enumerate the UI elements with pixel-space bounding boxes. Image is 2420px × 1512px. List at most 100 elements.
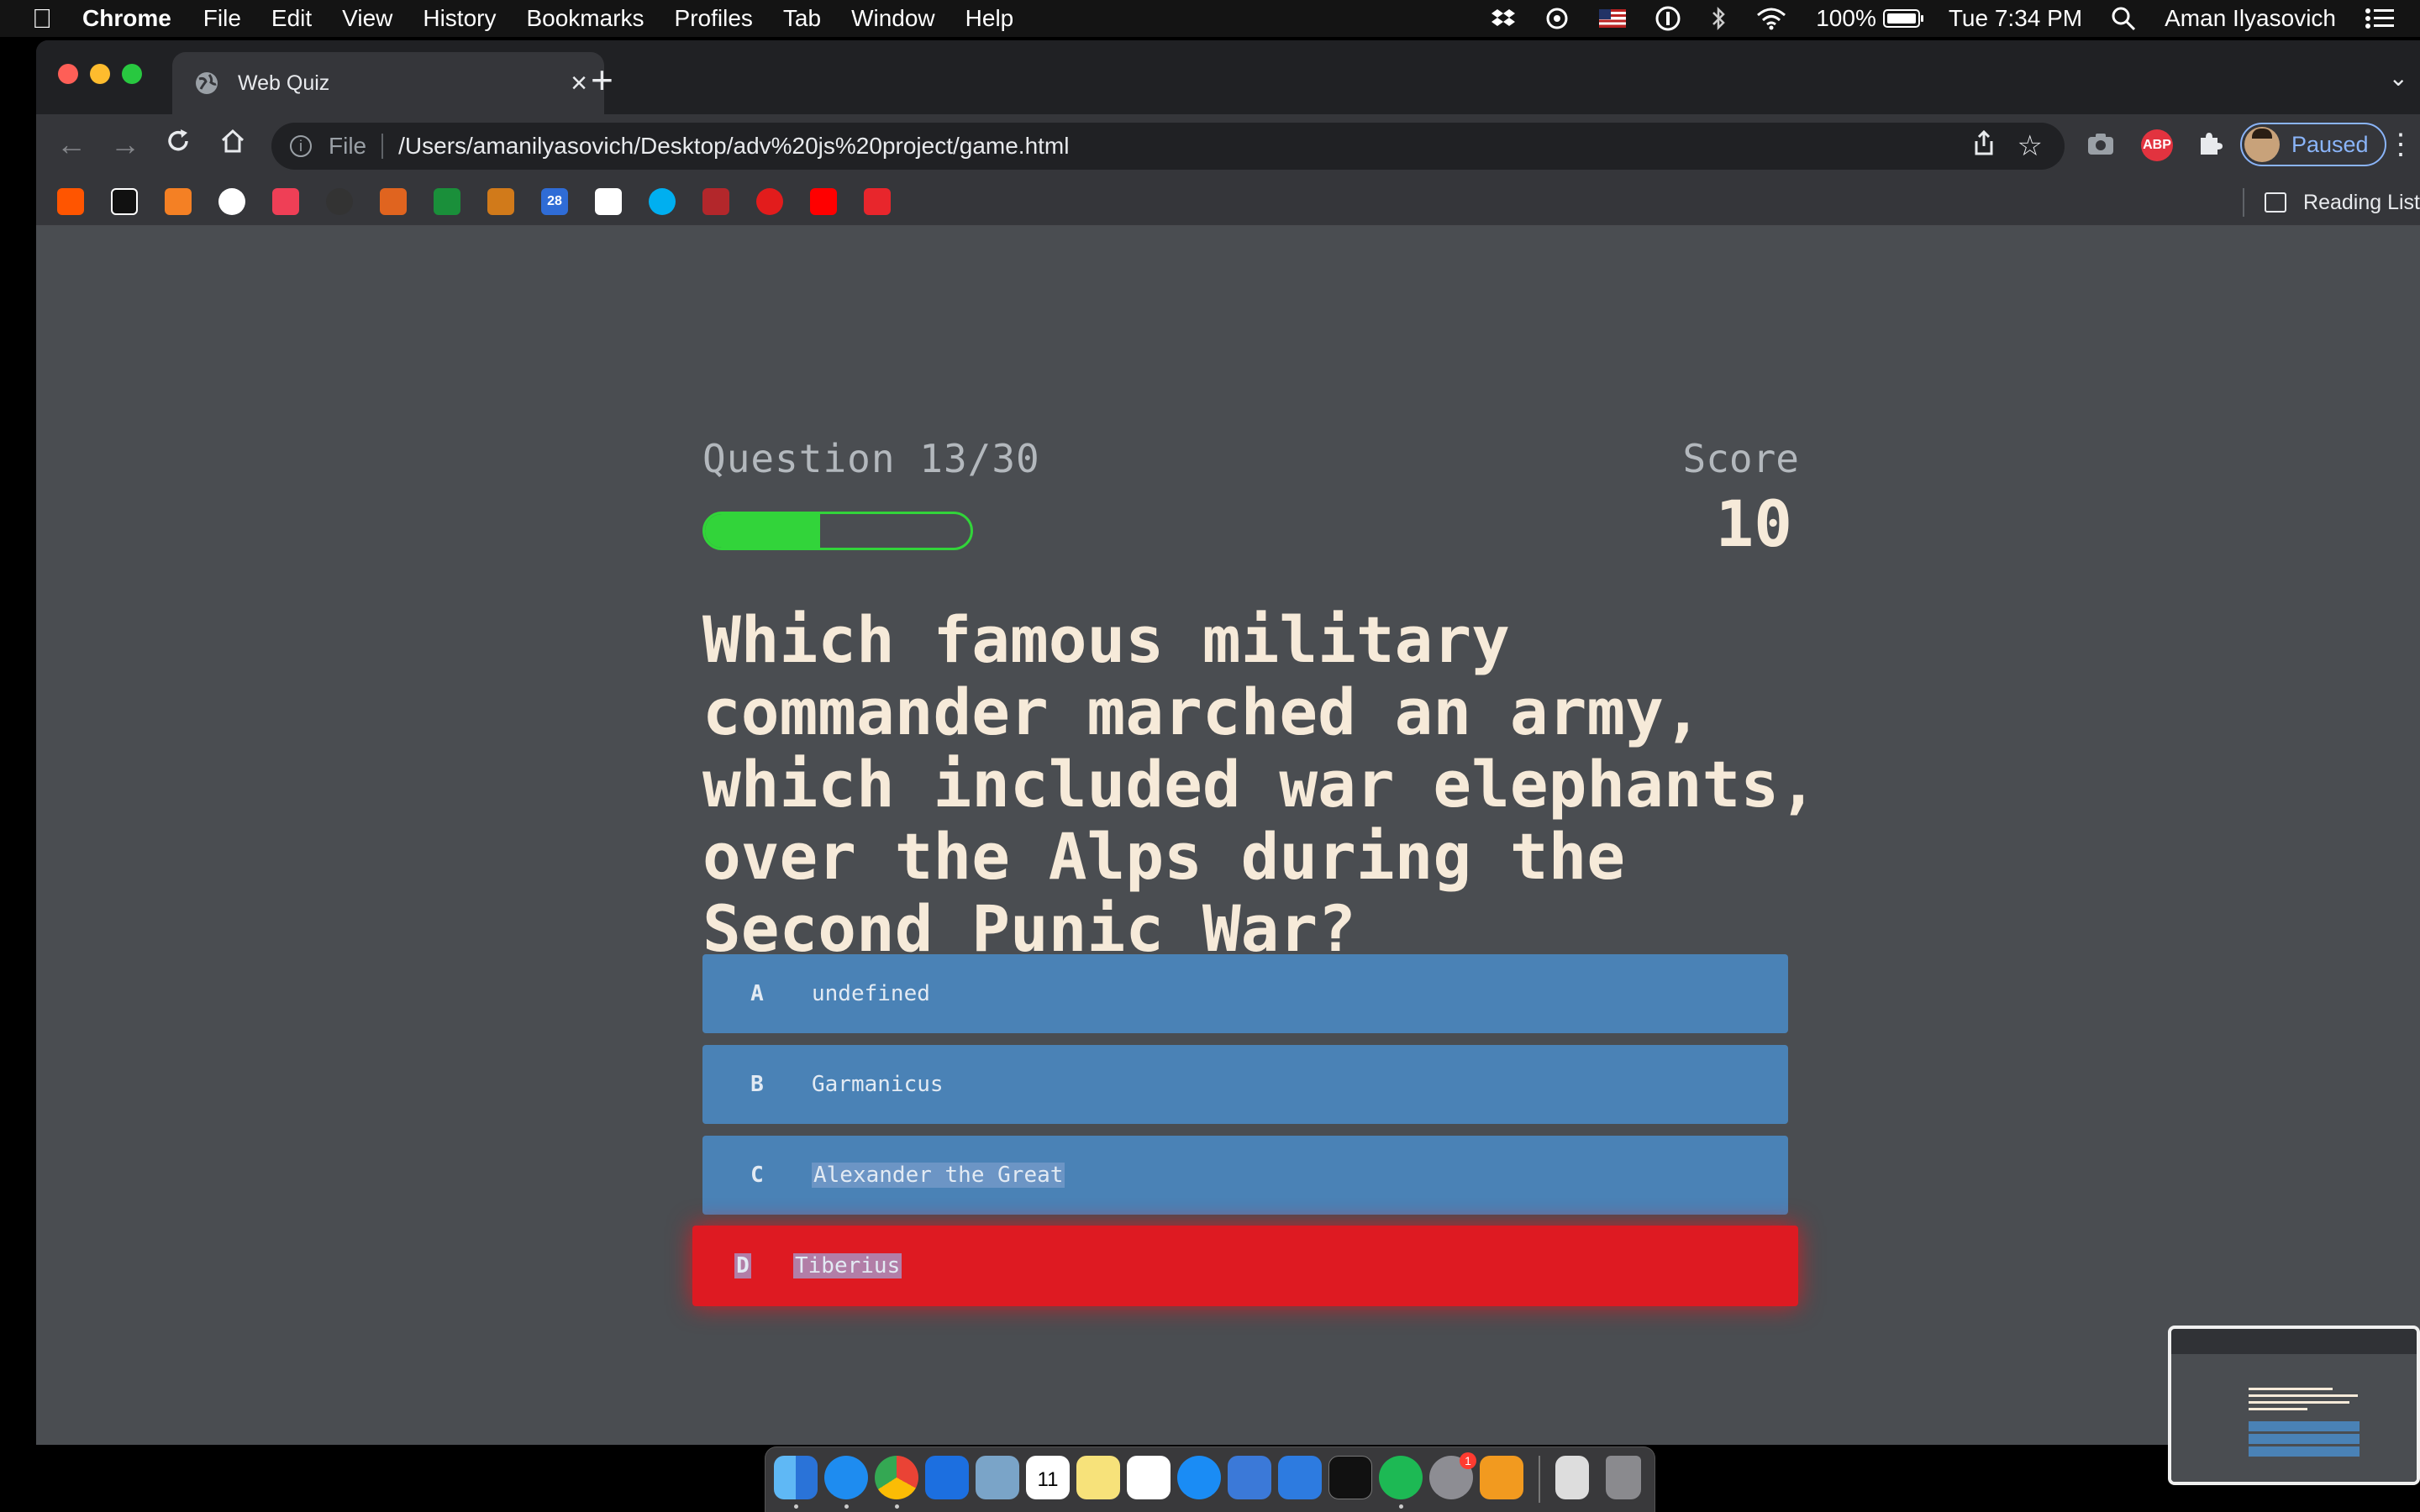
apple-icon[interactable]:  <box>32 3 52 34</box>
books-icon[interactable] <box>1480 1456 1523 1499</box>
menu-history[interactable]: History <box>423 5 496 32</box>
choice-c[interactable]: C Alexander the Great <box>702 1136 1788 1215</box>
screenshot-thumbnail[interactable] <box>2168 1326 2420 1485</box>
app-store-icon[interactable] <box>1177 1456 1221 1499</box>
address-bar[interactable]: i File /Users/amanilyasovich/Desktop/adv… <box>271 123 2065 170</box>
calendar-bookmark-icon[interactable]: 28 <box>541 188 568 215</box>
choice-text: undefined <box>812 981 930 1006</box>
wifi-icon[interactable] <box>1755 7 1787 30</box>
chrome-icon[interactable] <box>875 1456 918 1499</box>
soundcloud-bookmark-icon[interactable] <box>57 188 84 215</box>
dropbox-icon[interactable] <box>1491 7 1516 30</box>
choice-letter: D <box>692 1253 793 1278</box>
apple-bookmark-icon[interactable] <box>595 188 622 215</box>
menu-help[interactable]: Help <box>965 5 1014 32</box>
back-arrow-icon[interactable]: ← <box>56 128 87 161</box>
reading-list-button[interactable]: Reading List <box>2243 188 2420 217</box>
score-value: 10 <box>1715 486 1792 561</box>
control-center-icon[interactable] <box>2365 8 2395 29</box>
reload-icon[interactable] <box>165 128 192 161</box>
stackoverflow-bookmark-icon[interactable] <box>165 188 192 215</box>
onepassword-icon[interactable] <box>1655 5 1681 32</box>
notes-icon[interactable] <box>1076 1456 1120 1499</box>
menu-profiles[interactable]: Profiles <box>675 5 753 32</box>
recent-document-icon[interactable] <box>1555 1456 1589 1499</box>
camera-icon[interactable] <box>2086 129 2115 163</box>
menu-edit[interactable]: Edit <box>271 5 312 32</box>
share-icon[interactable] <box>1972 129 1996 163</box>
profile-button[interactable]: Paused <box>2240 123 2386 166</box>
terminal-icon[interactable] <box>1328 1456 1372 1499</box>
choice-d[interactable]: D Tiberius <box>692 1226 1798 1306</box>
address-url[interactable]: /Users/amanilyasovich/Desktop/adv%20js%2… <box>398 133 1069 160</box>
info-icon[interactable]: i <box>290 135 312 157</box>
app-store-alt-icon[interactable] <box>925 1456 969 1499</box>
plus-icon[interactable]: + <box>591 59 613 101</box>
minimize-window-button[interactable] <box>90 64 110 84</box>
trash-icon[interactable] <box>1606 1456 1641 1499</box>
menu-view[interactable]: View <box>342 5 392 32</box>
close-window-button[interactable] <box>58 64 78 84</box>
user-name[interactable]: Aman Ilyasovich <box>2165 5 2336 32</box>
notion-icon[interactable] <box>1127 1456 1171 1499</box>
choice-letter: B <box>750 1072 764 1097</box>
menu-bar:  Chrome File Edit View History Bookmark… <box>0 0 2420 37</box>
safari-icon[interactable] <box>824 1456 868 1499</box>
dock-divider <box>1539 1456 1540 1503</box>
battery-icon[interactable] <box>1882 9 1923 28</box>
close-icon[interactable]: × <box>571 67 587 100</box>
stadia-bookmark-icon[interactable] <box>864 188 891 215</box>
github-bookmark-icon[interactable] <box>218 188 245 215</box>
pocket-bookmark-icon[interactable] <box>272 188 299 215</box>
spider-bookmark-icon[interactable] <box>702 188 729 215</box>
choice-b[interactable]: B Garmanicus <box>702 1045 1788 1124</box>
quiz-page: Question 13/30 Score 10 Which famous mil… <box>36 226 2420 1445</box>
menu-tab[interactable]: Tab <box>783 5 821 32</box>
zoom-window-button[interactable] <box>122 64 142 84</box>
youtube-bookmark-icon[interactable] <box>810 188 837 215</box>
finder-icon[interactable] <box>774 1456 818 1499</box>
spotlight-search-icon[interactable] <box>2111 6 2136 31</box>
panda-bookmark-icon[interactable] <box>326 188 353 215</box>
skype-bookmark-icon[interactable] <box>649 188 676 215</box>
sync-icon[interactable] <box>1544 5 1570 32</box>
menu-file[interactable]: File <box>203 5 241 32</box>
menu-window[interactable]: Window <box>851 5 935 32</box>
menu-app-name[interactable]: Chrome <box>82 5 171 32</box>
choice-a[interactable]: A undefined <box>702 954 1788 1033</box>
app-bookmark-icon[interactable] <box>111 188 138 215</box>
forward-arrow-icon[interactable]: → <box>110 128 140 161</box>
chevron-down-icon[interactable]: ⌄ <box>2389 64 2408 92</box>
battery-percent: 100% <box>1816 5 1876 31</box>
star-icon[interactable]: ☆ <box>2018 129 2043 163</box>
browser-window: Web Quiz × + ⌄ ← → i File /Users/amanily… <box>36 40 2420 1445</box>
choice-letter: C <box>750 1163 764 1188</box>
us-flag-icon[interactable] <box>1599 9 1627 28</box>
choice-text: Garmanicus <box>812 1072 944 1097</box>
adblock-plus-icon[interactable]: ABP <box>2141 129 2173 161</box>
calendar-icon[interactable]: 11 <box>1026 1456 1070 1499</box>
tab-strip: Web Quiz × + ⌄ <box>36 40 2420 114</box>
progress-bar-fill <box>705 514 820 548</box>
play-bookmark-icon[interactable] <box>756 188 783 215</box>
avatar <box>2244 127 2280 162</box>
orange-bookmark-icon[interactable] <box>380 188 407 215</box>
menu-bookmarks[interactable]: Bookmarks <box>526 5 644 32</box>
chart-bookmark-icon[interactable] <box>434 188 460 215</box>
preview-icon[interactable] <box>976 1456 1019 1499</box>
reading-list-label: Reading List <box>2303 190 2420 214</box>
home-icon[interactable] <box>219 128 246 161</box>
clock[interactable]: Tue 7:34 PM <box>1949 5 2082 32</box>
kebab-menu-icon[interactable]: ⋮ <box>2386 128 2415 161</box>
batman-bookmark-icon[interactable] <box>487 188 514 215</box>
score-label: Score <box>1682 436 1799 481</box>
spotify-icon[interactable] <box>1379 1456 1423 1499</box>
extensions-icon[interactable] <box>2196 129 2223 163</box>
system-preferences-icon[interactable]: 1 <box>1429 1452 1476 1499</box>
tab-web-quiz[interactable]: Web Quiz × <box>172 52 604 114</box>
dock: 11 1 <box>765 1446 1655 1512</box>
bluetooth-icon[interactable] <box>1710 6 1727 31</box>
reading-list-icon <box>2265 192 2287 213</box>
xcode-icon[interactable] <box>1228 1456 1271 1499</box>
simulator-icon[interactable] <box>1278 1456 1322 1499</box>
